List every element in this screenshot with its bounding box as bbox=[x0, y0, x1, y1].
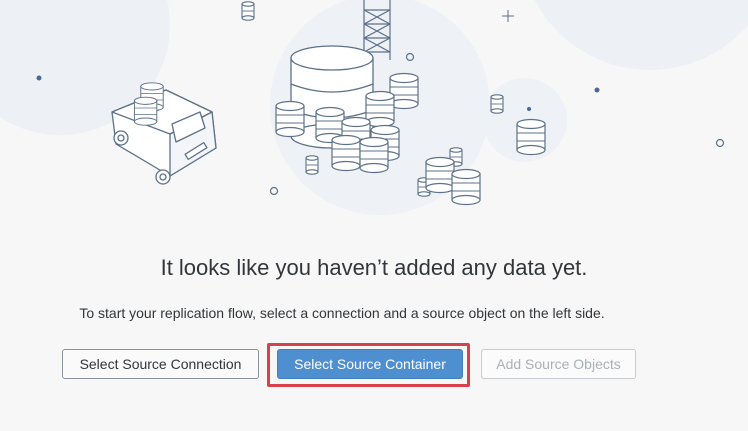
select-source-connection-button[interactable]: Select Source Connection bbox=[62, 349, 259, 379]
data-storage-empty-state-illustration bbox=[0, 0, 748, 215]
add-source-objects-button: Add Source Objects bbox=[481, 349, 636, 379]
select-source-container-button[interactable]: Select Source Container bbox=[277, 349, 463, 379]
empty-state-subtitle: To start your replication flow, select a… bbox=[79, 305, 605, 321]
empty-state-title: It looks like you haven’t added any data… bbox=[160, 255, 588, 280]
